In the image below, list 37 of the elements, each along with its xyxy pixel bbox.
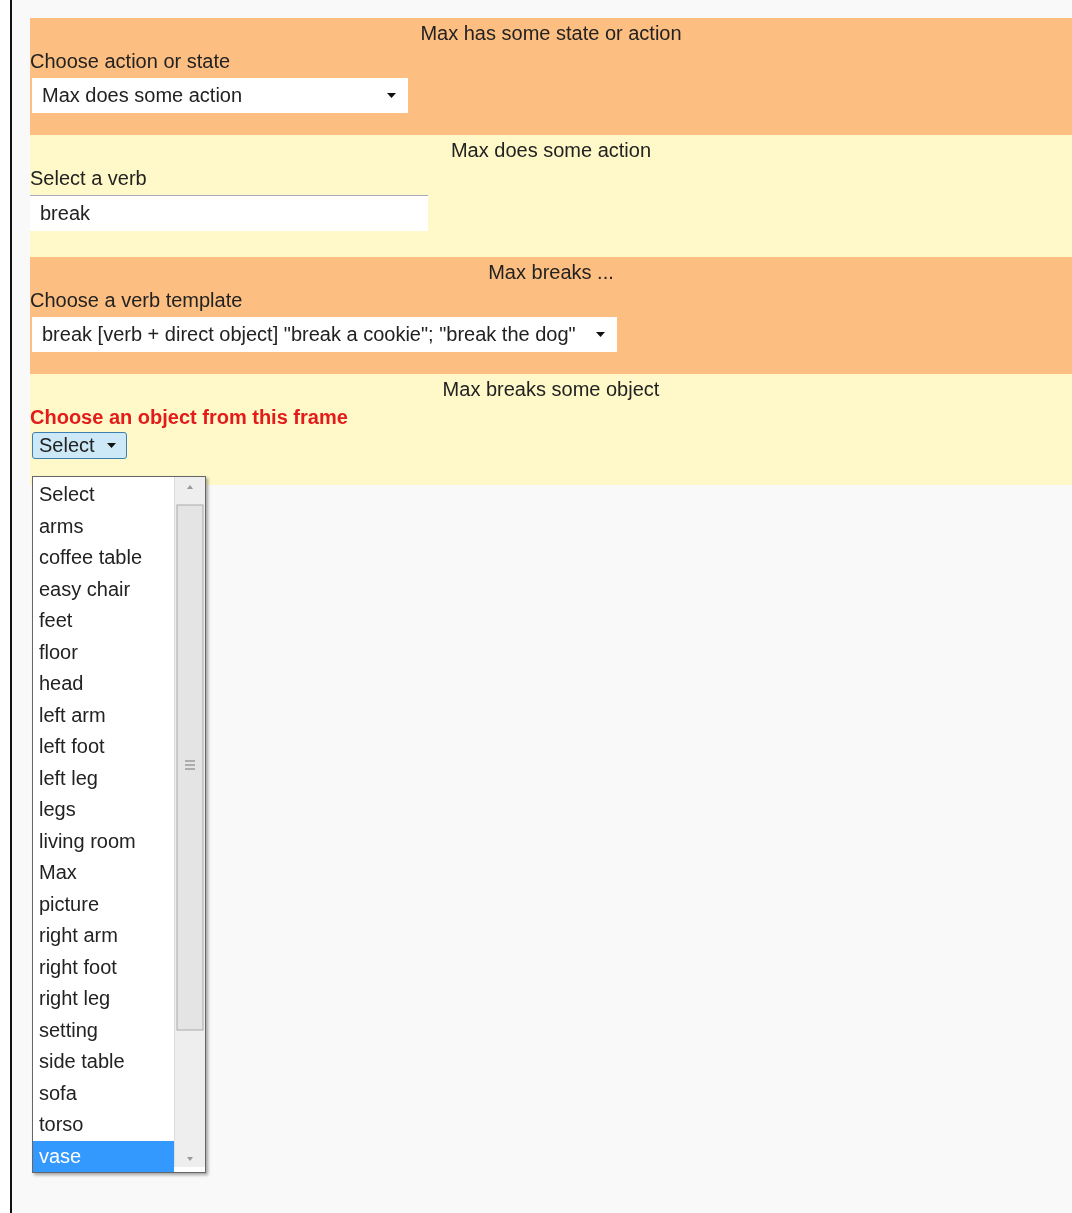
caret-icon: [387, 93, 396, 98]
input-field[interactable]: break: [30, 195, 428, 231]
dropdown-option[interactable]: left leg: [33, 762, 174, 794]
dropdown[interactable]: Max does some action: [32, 78, 408, 113]
dropdown-option[interactable]: coffee table: [33, 542, 174, 574]
dropdown-option[interactable]: right foot: [33, 951, 174, 983]
dropdown-option[interactable]: left foot: [33, 731, 174, 763]
dropdown-option[interactable]: head: [33, 668, 174, 700]
dropdown-option[interactable]: living room: [33, 825, 174, 857]
field-label: Choose a verb template: [30, 288, 244, 313]
dropdown-option[interactable]: floor: [33, 636, 174, 668]
section-heading: Max does some action: [449, 138, 653, 163]
dropdown-option[interactable]: legs: [33, 794, 174, 826]
section-heading: Max breaks ...: [487, 260, 615, 285]
dropdown-option[interactable]: right arm: [33, 920, 174, 952]
caret-icon: [106, 443, 116, 448]
dropdown-option[interactable]: sofa: [33, 1077, 174, 1109]
field-label: Choose an object from this frame: [30, 405, 349, 430]
dropdown-option[interactable]: picture: [33, 888, 174, 920]
dropdown-option[interactable]: Select: [33, 479, 174, 511]
dropdown-option[interactable]: feet: [33, 605, 174, 637]
dropdown-option[interactable]: Max: [33, 857, 174, 889]
dropdown-option[interactable]: side table: [33, 1046, 174, 1078]
dropdown-option[interactable]: torso: [33, 1109, 174, 1141]
dropdown-option[interactable]: easy chair: [33, 573, 174, 605]
dropdown[interactable]: Select: [32, 432, 127, 459]
dropdown-option[interactable]: setting: [33, 1014, 174, 1046]
dropdown-option[interactable]: left arm: [33, 699, 174, 731]
scrollbar[interactable]: [174, 477, 205, 1167]
dropdown[interactable]: break [verb + direct object] "break a cookie"; "break the dog": [32, 317, 617, 352]
section-heading: Max breaks some object: [441, 377, 661, 402]
dropdown-option[interactable]: right leg: [33, 983, 174, 1015]
caret-icon: [595, 332, 605, 337]
section-heading: Max has some state or action: [419, 21, 683, 46]
field-label: Choose action or state: [30, 49, 232, 74]
field-label: Select a verb: [30, 166, 148, 191]
dropdown-option[interactable]: arms: [33, 510, 174, 542]
